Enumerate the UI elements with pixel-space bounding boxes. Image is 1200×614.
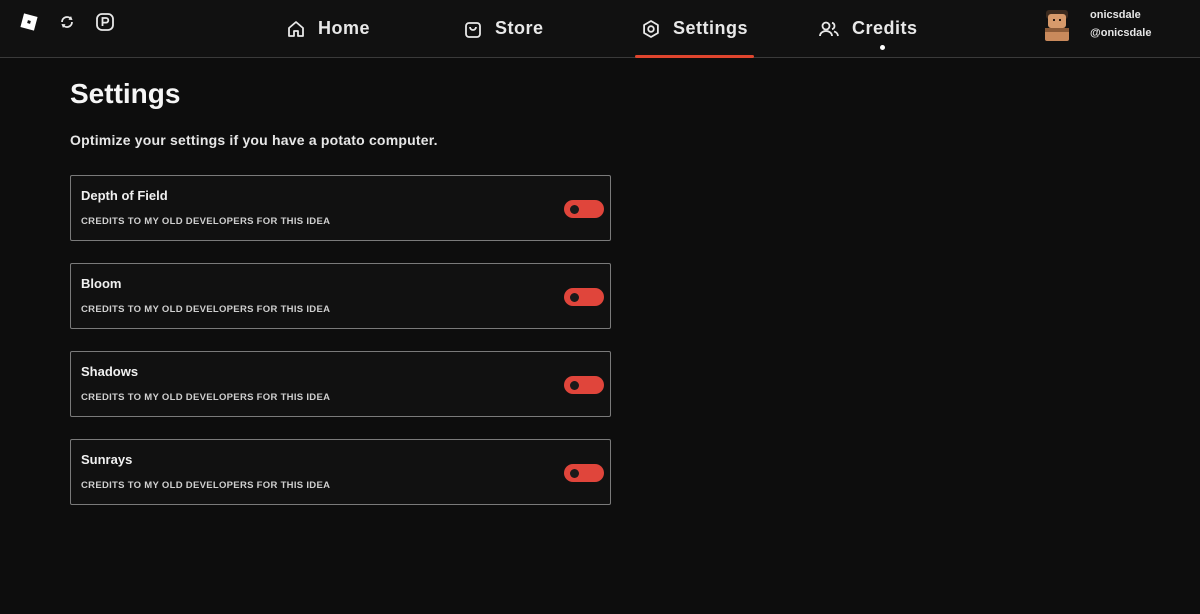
depth-of-field-toggle[interactable] (564, 200, 604, 218)
setting-description: CREDITS TO MY OLD DEVELOPERS FOR THIS ID… (81, 304, 331, 315)
nav-settings-label: Settings (673, 18, 749, 38)
home-icon (286, 19, 306, 39)
user-display-name: onicsdale (1090, 9, 1141, 21)
setting-description: CREDITS TO MY OLD DEVELOPERS FOR THIS ID… (81, 480, 331, 491)
setting-title: Sunrays (81, 452, 133, 467)
sunrays-toggle[interactable] (564, 464, 604, 482)
setting-description: CREDITS TO MY OLD DEVELOPERS FOR THIS ID… (81, 392, 331, 403)
page-title: Settings (70, 78, 181, 109)
settings-content: Settings Optimize your settings if you h… (70, 76, 630, 148)
nav-settings[interactable]: Settings (635, 0, 755, 58)
avatar (1042, 8, 1072, 41)
setting-description: CREDITS TO MY OLD DEVELOPERS FOR THIS ID… (81, 216, 331, 227)
toggle-knob (570, 293, 579, 302)
toggle-knob (570, 469, 579, 478)
setting-title: Shadows (81, 364, 139, 379)
setting-card-sunrays: Sunrays CREDITS TO MY OLD DEVELOPERS FOR… (70, 439, 611, 505)
main-nav: Home Store Settings Credits (0, 0, 1200, 58)
users-icon (818, 19, 840, 39)
user-profile[interactable]: onicsdale @onicsdale (1042, 8, 1152, 41)
page-subtitle: Optimize your settings if you have a pot… (70, 132, 438, 148)
nav-home[interactable]: Home (286, 0, 370, 57)
nav-store[interactable]: Store (463, 0, 544, 57)
nav-credits-label: Credits (852, 18, 918, 38)
toggle-knob (570, 381, 579, 390)
shadows-toggle[interactable] (564, 376, 604, 394)
bloom-toggle[interactable] (564, 288, 604, 306)
nav-credits[interactable]: Credits (818, 0, 918, 57)
setting-card-depth-of-field: Depth of Field CREDITS TO MY OLD DEVELOP… (70, 175, 611, 241)
top-navigation-bar: Home Store Settings Credits onicsdale @o… (0, 0, 1200, 58)
shopping-bag-icon (463, 19, 483, 39)
nav-home-label: Home (318, 18, 371, 38)
user-username: @onicsdale (1090, 27, 1152, 39)
toggle-knob (570, 205, 579, 214)
active-tab-indicator (635, 55, 755, 58)
nav-store-label: Store (495, 18, 544, 38)
setting-card-bloom: Bloom CREDITS TO MY OLD DEVELOPERS FOR T… (70, 263, 611, 329)
setting-card-shadows: Shadows CREDITS TO MY OLD DEVELOPERS FOR… (70, 351, 611, 417)
gear-icon (641, 19, 661, 39)
notification-dot (880, 45, 885, 50)
setting-title: Bloom (81, 276, 122, 291)
setting-title: Depth of Field (81, 188, 168, 203)
